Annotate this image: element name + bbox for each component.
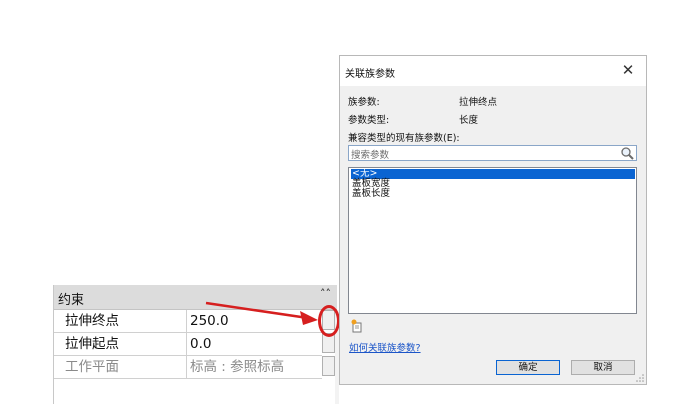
parameter-listbox[interactable]: <无> 盖板宽度 盖板长度: [348, 167, 637, 314]
search-placeholder: 搜索参数: [351, 150, 390, 161]
family-parameter-value: 拉伸终点: [459, 97, 498, 108]
search-parameters-input[interactable]: 搜索参数: [348, 145, 637, 161]
close-icon[interactable]: ✕: [619, 61, 637, 79]
parameter-type-label: 参数类型:: [348, 115, 390, 126]
help-link[interactable]: 如何关联族参数?: [349, 340, 421, 354]
cancel-button[interactable]: 取消: [571, 360, 635, 375]
parameter-type-value: 长度: [459, 115, 479, 126]
annotation-highlight-ellipse: [318, 305, 340, 337]
new-parameter-icon[interactable]: [350, 319, 364, 333]
family-parameter-label: 族参数:: [348, 97, 380, 108]
list-item-cover-length[interactable]: 盖板长度: [351, 189, 635, 199]
dialog-titlebar[interactable]: 关联族参数 ✕: [340, 56, 646, 86]
ok-button[interactable]: 确定: [496, 360, 560, 375]
list-item-none[interactable]: <无>: [351, 169, 635, 179]
search-icon[interactable]: [620, 146, 634, 160]
resize-grip-icon[interactable]: [636, 374, 644, 382]
dialog-title: 关联族参数: [345, 69, 395, 80]
compatible-parameters-label: 兼容类型的现有族参数(E):: [348, 133, 460, 144]
associate-family-parameter-dialog: 关联族参数 ✕ 族参数: 拉伸终点 参数类型: 长度 兼容类型的现有族参数(E)…: [339, 55, 647, 385]
list-item-cover-width[interactable]: 盖板宽度: [351, 179, 635, 189]
